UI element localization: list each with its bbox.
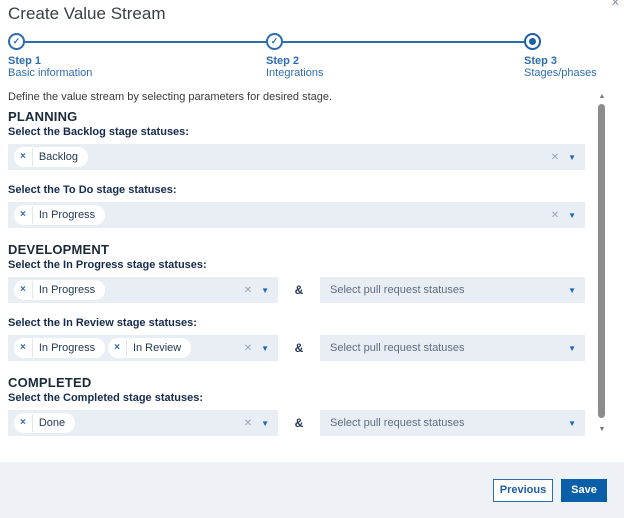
stepper: ✓ Step 1Basic information ✓ Step 2Integrati… xyxy=(0,32,624,82)
chip-label: In Review xyxy=(127,342,191,354)
step-sublabel: Integrations xyxy=(266,67,323,79)
dropdown-caret-icon[interactable]: ▼ xyxy=(568,419,576,428)
field-label: Select the To Do stage statuses: xyxy=(8,184,585,197)
chip-label: In Progress xyxy=(33,342,105,354)
selected-status-chip: ×In Progress xyxy=(14,205,105,225)
scroll-up-arrow[interactable]: ▲ xyxy=(596,93,608,101)
form-row: ×Done✕▼&Select pull request statuses▼ xyxy=(8,410,585,436)
stage-status-multiselect[interactable]: ×In Progress×In Review✕▼ xyxy=(8,335,278,361)
dropdown-caret-icon[interactable]: ▼ xyxy=(261,286,269,295)
chip-label: Done xyxy=(33,417,75,429)
form-row: ×In Progress×In Review✕▼&Select pull req… xyxy=(8,335,585,361)
chip-remove-icon[interactable]: × xyxy=(14,414,33,432)
step-sublabel: Stages/phases xyxy=(524,67,597,79)
form-row: ×In Progress ✕ ▼ xyxy=(8,202,585,228)
scrollbar-thumb[interactable] xyxy=(598,104,605,418)
field-label: Select the In Progress stage statuses: xyxy=(8,259,585,272)
form-row: ×In Progress✕▼&Select pull request statu… xyxy=(8,277,585,303)
stage-status-multiselect[interactable]: ×Backlog ✕ ▼ xyxy=(8,144,585,170)
and-joiner: & xyxy=(278,341,320,355)
selected-status-chip: ×Done xyxy=(14,413,75,433)
section-heading: PLANNING xyxy=(8,109,585,125)
description-text: Define the value stream by selecting par… xyxy=(8,91,332,103)
field-label: Select the Backlog stage statuses: xyxy=(8,126,585,139)
save-button[interactable]: Save xyxy=(561,479,607,502)
active-step-icon xyxy=(524,33,541,50)
scroll-down-arrow[interactable]: ▼ xyxy=(596,426,608,434)
and-joiner: & xyxy=(278,283,320,297)
pull-request-statuses-select[interactable]: Select pull request statuses ▼ xyxy=(320,410,585,436)
scrollbar: ▲ ▼ xyxy=(596,93,608,439)
dropdown-caret-icon[interactable]: ▼ xyxy=(261,344,269,353)
footer-bar: Previous Save xyxy=(0,462,624,518)
section-heading: DEVELOPMENT xyxy=(8,242,585,258)
check-icon: ✓ xyxy=(271,37,279,46)
select-placeholder: Select pull request statuses xyxy=(330,342,465,354)
clear-selection-icon[interactable]: ✕ xyxy=(244,285,252,296)
section-heading: COMPLETED xyxy=(8,375,585,391)
dropdown-caret-icon[interactable]: ▼ xyxy=(261,419,269,428)
close-icon[interactable]: ✕ xyxy=(611,0,620,9)
check-icon: ✓ xyxy=(13,37,21,46)
field-label: Select the In Review stage statuses: xyxy=(8,317,585,330)
form-area: PLANNINGSelect the Backlog stage statuse… xyxy=(8,107,585,450)
stage-status-multiselect[interactable]: ×In Progress ✕ ▼ xyxy=(8,277,278,303)
select-placeholder: Select pull request statuses xyxy=(330,284,465,296)
chip-remove-icon[interactable]: × xyxy=(14,206,33,224)
dropdown-caret-icon[interactable]: ▼ xyxy=(568,211,576,220)
clear-selection-icon[interactable]: ✕ xyxy=(244,343,252,354)
pull-request-statuses-select[interactable]: Select pull request statuses ▼ xyxy=(320,335,585,361)
step-dot xyxy=(529,38,536,45)
previous-button[interactable]: Previous xyxy=(493,479,553,502)
completed-check-icon: ✓ xyxy=(8,33,25,50)
chip-remove-icon[interactable]: × xyxy=(14,148,33,166)
step-label: Step 2 xyxy=(266,55,299,67)
completed-check-icon: ✓ xyxy=(266,33,283,50)
selected-status-chip: ×Backlog xyxy=(14,147,88,167)
chip-remove-icon[interactable]: × xyxy=(108,339,127,357)
dropdown-caret-icon[interactable]: ▼ xyxy=(568,153,576,162)
clear-selection-icon[interactable]: ✕ xyxy=(551,210,559,221)
step-label: Step 1 xyxy=(8,55,41,67)
dropdown-caret-icon[interactable]: ▼ xyxy=(568,344,576,353)
selected-status-chip: ×In Review xyxy=(108,338,191,358)
stage-status-multiselect[interactable]: ×In Progress ✕ ▼ xyxy=(8,202,585,228)
select-placeholder: Select pull request statuses xyxy=(330,417,465,429)
chip-label: In Progress xyxy=(33,284,105,296)
clear-selection-icon[interactable]: ✕ xyxy=(244,418,252,429)
chip-remove-icon[interactable]: × xyxy=(14,281,33,299)
create-value-stream-dialog: ✕ Create Value Stream ✓ Step 1Basic infor… xyxy=(0,0,624,518)
field-label: Select the Completed stage statuses: xyxy=(8,392,585,405)
step-label: Step 3 xyxy=(524,55,557,67)
chip-label: Backlog xyxy=(33,151,88,163)
clear-selection-icon[interactable]: ✕ xyxy=(551,152,559,163)
pull-request-statuses-select[interactable]: Select pull request statuses ▼ xyxy=(320,277,585,303)
form-row: ×Backlog ✕ ▼ xyxy=(8,144,585,170)
chip-label: In Progress xyxy=(33,209,105,221)
and-joiner: & xyxy=(278,416,320,430)
dropdown-caret-icon[interactable]: ▼ xyxy=(568,286,576,295)
step-sublabel: Basic information xyxy=(8,67,92,79)
stage-status-multiselect[interactable]: ×Done ✕ ▼ xyxy=(8,410,278,436)
selected-status-chip: ×In Progress xyxy=(14,280,105,300)
chip-remove-icon[interactable]: × xyxy=(14,339,33,357)
dialog-title: Create Value Stream xyxy=(8,4,165,24)
selected-status-chip: ×In Progress xyxy=(14,338,105,358)
